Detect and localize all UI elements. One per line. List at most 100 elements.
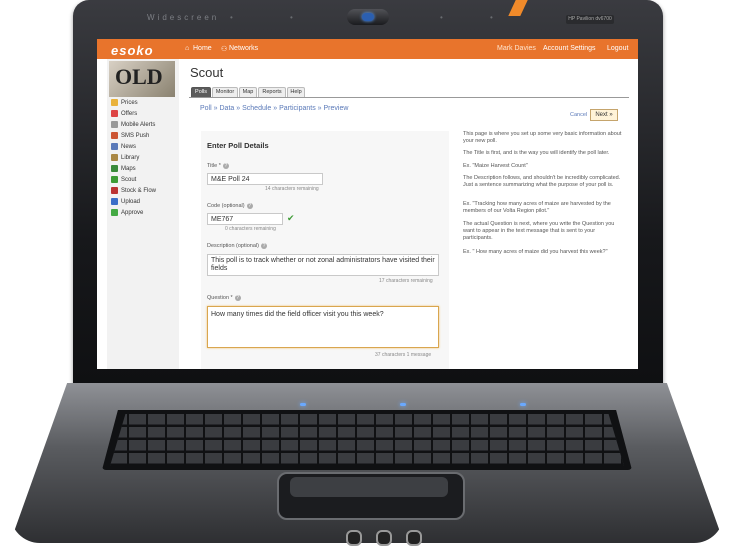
bezel-dot: •: [230, 13, 233, 22]
library-icon: [111, 154, 118, 161]
tab-underline: [189, 97, 629, 98]
sidebar-item-label: Library: [121, 155, 140, 162]
title-label: Title *?: [207, 163, 229, 169]
help-icon[interactable]: ?: [222, 163, 229, 169]
sidebar-item-label: Approve: [121, 210, 144, 217]
webcam: [347, 9, 389, 25]
sidebar-item-label: News: [121, 144, 137, 151]
question-label-text: Question *: [207, 295, 233, 301]
news-icon: [111, 143, 118, 150]
profile-image: OLD: [109, 61, 175, 97]
status-light: [400, 403, 406, 406]
help-paragraph: Ex. "Maize Harvest Count": [463, 163, 528, 169]
question-textarea[interactable]: How many times did the field officer vis…: [207, 306, 439, 348]
help-paragraph: The actual Question is next, where you w…: [463, 221, 615, 241]
description-textarea[interactable]: This poll is to track whether or not zon…: [207, 254, 439, 276]
description-counter: 17 characters remaining: [379, 278, 433, 284]
sidebar-item-label: Stock & Flow: [121, 188, 157, 195]
keyboard-keys: [110, 414, 624, 466]
sidebar-item-offers[interactable]: Offers: [111, 110, 137, 119]
screen: esoko ⌂ Home ⚇ Networks Mark Davies Acco…: [97, 39, 638, 369]
nav-home[interactable]: Home: [193, 45, 212, 52]
logout-link[interactable]: Logout: [607, 45, 628, 52]
help-paragraph: Ex. "Tracking how many acres of maize ar…: [463, 201, 611, 214]
question-label: Question *?: [207, 295, 241, 301]
help-icon[interactable]: ?: [246, 203, 253, 209]
sidebar-item-news[interactable]: News: [111, 143, 136, 152]
title-input[interactable]: M&E Poll 24: [207, 173, 323, 185]
stock-flow-icon: [111, 187, 118, 194]
webcam-lens: [362, 13, 374, 21]
code-label-text: Code (optional): [207, 203, 245, 209]
page-title: Scout: [190, 65, 224, 80]
title-label-text: Title *: [207, 163, 221, 169]
sidebar-item-stock-flow[interactable]: Stock & Flow: [111, 187, 156, 196]
status-light: [520, 403, 526, 406]
maps-icon: [111, 165, 118, 172]
account-settings-link[interactable]: Account Settings: [543, 45, 596, 52]
help-paragraph: The Title is first, and is the way you w…: [463, 150, 610, 156]
profile-image-text: OLD: [115, 64, 163, 89]
crumb-separator: »: [317, 105, 322, 112]
top-bar: esoko ⌂ Home ⚇ Networks Mark Davies Acco…: [97, 39, 638, 59]
form-heading: Enter Poll Details: [207, 141, 269, 150]
sidebar-item-sms-push[interactable]: SMS Push: [111, 132, 149, 141]
scout-check-icon: [111, 176, 118, 183]
mobile-alerts-icon: [111, 121, 118, 128]
help-paragraph: The Description follows, and shouldn't b…: [463, 175, 621, 188]
breadcrumb: Poll » Data » Schedule » Participants » …: [200, 105, 348, 112]
sidebar-item-approve[interactable]: Approve: [111, 209, 143, 218]
title-counter: 14 characters remaining: [265, 186, 319, 192]
sms-push-icon: [111, 132, 118, 139]
crumb-separator: »: [273, 105, 278, 112]
media-button: [376, 530, 392, 546]
sidebar-item-upload[interactable]: Upload: [111, 198, 140, 207]
next-button[interactable]: Next »: [590, 109, 618, 121]
crumb-preview[interactable]: Preview: [324, 105, 349, 112]
sidebar-item-label: Upload: [121, 199, 141, 206]
approve-icon: [111, 209, 118, 216]
sidebar-item-maps[interactable]: Maps: [111, 165, 136, 174]
status-light: [300, 403, 306, 406]
sidebar-item-label: Scout: [121, 177, 137, 184]
sidebar: OLD Prices Offers Mobile Alerts SMS Push…: [107, 59, 179, 369]
sidebar-item-label: Prices: [121, 100, 138, 107]
networks-icon: ⚇: [221, 46, 228, 53]
sidebar-item-mobile-alerts[interactable]: Mobile Alerts: [111, 121, 155, 130]
sidebar-item-label: Mobile Alerts: [121, 122, 156, 129]
code-counter: 0 characters remaining: [225, 226, 276, 232]
check-icon: ✔: [287, 213, 295, 223]
sidebar-item-label: SMS Push: [121, 133, 150, 140]
crumb-separator: »: [213, 105, 218, 112]
crumb-participants[interactable]: Participants: [279, 105, 316, 112]
help-icon[interactable]: ?: [234, 295, 241, 301]
home-icon: ⌂: [185, 45, 190, 52]
code-input[interactable]: ME767: [207, 213, 283, 225]
upload-icon: [111, 198, 118, 205]
nav-networks[interactable]: Networks: [229, 45, 258, 52]
crumb-data[interactable]: Data: [220, 105, 235, 112]
sidebar-item-label: Maps: [121, 166, 136, 173]
sidebar-item-library[interactable]: Library: [111, 154, 139, 163]
user-name[interactable]: Mark Davies: [497, 45, 536, 52]
help-paragraph: This page is where you set up some very …: [463, 131, 622, 144]
sidebar-item-scout[interactable]: Scout: [111, 176, 136, 185]
help-icon[interactable]: ?: [260, 243, 267, 249]
bezel-dot: •: [440, 13, 443, 22]
sidebar-item-label: Offers: [121, 111, 138, 118]
bezel-dot: •: [490, 13, 493, 22]
crumb-schedule[interactable]: Schedule: [242, 105, 271, 112]
description-label: Description (optional)?: [207, 243, 267, 249]
code-label: Code (optional)?: [207, 203, 253, 209]
bezel-dot: •: [290, 13, 293, 22]
description-label-text: Description (optional): [207, 243, 259, 249]
help-paragraph: Ex. " How many acres of maize did you ha…: [463, 249, 608, 255]
question-counter: 37 characters 1 message: [375, 352, 432, 358]
crumb-separator: »: [236, 105, 241, 112]
cancel-link[interactable]: Cancel: [570, 112, 587, 118]
prices-icon: [111, 99, 118, 106]
crumb-poll[interactable]: Poll: [200, 105, 212, 112]
esoko-logo[interactable]: esoko: [111, 43, 154, 58]
bezel-brand: Widescreen: [147, 13, 220, 22]
sidebar-item-prices[interactable]: Prices: [111, 99, 138, 108]
